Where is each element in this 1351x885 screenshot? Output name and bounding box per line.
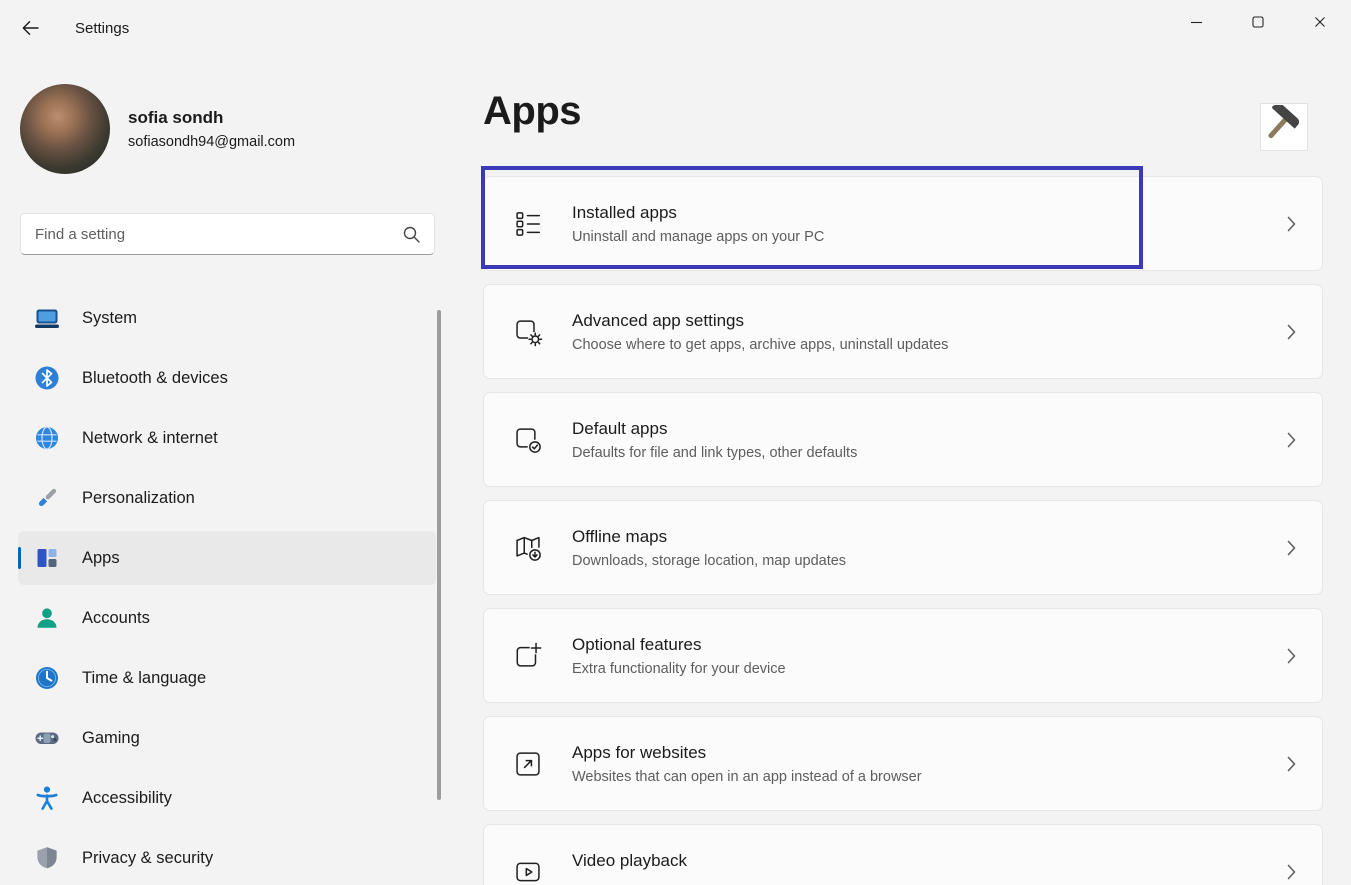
settings-card-list: Installed apps Uninstall and manage apps…: [483, 176, 1351, 885]
apps-for-websites-icon: [484, 749, 572, 779]
sidebar-item-time-language[interactable]: Time & language: [18, 651, 436, 705]
sidebar-item-label: Accessibility: [82, 789, 172, 808]
minimize-icon: [1190, 16, 1203, 29]
card-text: Installed apps Uninstall and manage apps…: [572, 203, 824, 245]
card-text: Apps for websites Websites that can open…: [572, 743, 922, 785]
close-button[interactable]: [1289, 0, 1351, 44]
card-title: Offline maps: [572, 527, 846, 547]
sidebar-item-label: Network & internet: [82, 429, 218, 448]
sidebar-item-label: Accounts: [82, 609, 150, 628]
sidebar-item-bluetooth-devices[interactable]: Bluetooth & devices: [18, 351, 436, 405]
sidebar-item-label: Apps: [82, 549, 120, 568]
chevron-right-icon: [1287, 756, 1296, 772]
sidebar-item-accounts[interactable]: Accounts: [18, 591, 436, 645]
card-default-apps[interactable]: Default apps Defaults for file and link …: [483, 392, 1323, 487]
card-title: Advanced app settings: [572, 311, 948, 331]
system-icon: [34, 305, 60, 331]
chevron-right-icon: [1287, 432, 1296, 448]
card-apps-for-websites[interactable]: Apps for websites Websites that can open…: [483, 716, 1323, 811]
search-box[interactable]: [20, 213, 435, 255]
profile-name: sofia sondh: [128, 108, 295, 128]
card-title: Default apps: [572, 419, 857, 439]
card-text: Advanced app settings Choose where to ge…: [572, 311, 948, 353]
maximize-button[interactable]: [1227, 0, 1289, 44]
card-subtitle: Extra functionality for your device: [572, 661, 786, 677]
sidebar: sofia sondh sofiasondh94@gmail.com Syste…: [0, 56, 460, 885]
card-subtitle: Downloads, storage location, map updates: [572, 553, 846, 569]
sidebar-item-apps[interactable]: Apps: [18, 531, 436, 585]
default-apps-icon: [484, 425, 572, 455]
bluetooth-icon: [34, 365, 60, 391]
sidebar-item-system[interactable]: System: [18, 291, 436, 345]
card-subtitle: Defaults for file and link types, other …: [572, 445, 857, 461]
apps-icon: [34, 545, 60, 571]
window-controls: [1165, 0, 1351, 44]
card-video-playback[interactable]: Video playback: [483, 824, 1323, 885]
profile-text: sofia sondh sofiasondh94@gmail.com: [128, 108, 295, 150]
card-offline-maps[interactable]: Offline maps Downloads, storage location…: [483, 500, 1323, 595]
accounts-icon: [34, 605, 60, 631]
minimize-button[interactable]: [1165, 0, 1227, 44]
sidebar-scrollbar[interactable]: [437, 310, 441, 800]
card-text: Video playback: [572, 851, 687, 885]
card-advanced-app-settings[interactable]: Advanced app settings Choose where to ge…: [483, 284, 1323, 379]
search-input[interactable]: [21, 226, 403, 243]
card-optional-features[interactable]: Optional features Extra functionality fo…: [483, 608, 1323, 703]
gaming-icon: [34, 725, 60, 751]
back-arrow-icon: [22, 20, 39, 36]
sidebar-item-label: Gaming: [82, 729, 140, 748]
chevron-right-icon: [1287, 216, 1296, 232]
advanced-app-settings-icon: [484, 317, 572, 347]
accessibility-icon: [34, 785, 60, 811]
sidebar-item-label: Privacy & security: [82, 849, 213, 868]
titlebar: Settings: [0, 0, 1351, 56]
card-text: Optional features Extra functionality fo…: [572, 635, 786, 677]
sidebar-item-personalization[interactable]: Personalization: [18, 471, 436, 525]
sidebar-item-label: Personalization: [82, 489, 195, 508]
card-installed-apps[interactable]: Installed apps Uninstall and manage apps…: [483, 176, 1323, 271]
profile-email: sofiasondh94@gmail.com: [128, 134, 295, 150]
chevron-right-icon: [1287, 540, 1296, 556]
time-language-icon: [34, 665, 60, 691]
profile[interactable]: sofia sondh sofiasondh94@gmail.com: [0, 56, 460, 174]
sidebar-item-gaming[interactable]: Gaming: [18, 711, 436, 765]
card-text: Default apps Defaults for file and link …: [572, 419, 857, 461]
avatar: [20, 84, 110, 174]
card-title: Installed apps: [572, 203, 824, 223]
offline-maps-icon: [484, 533, 572, 563]
search-icon: [403, 226, 420, 243]
network-icon: [34, 425, 60, 451]
card-title: Apps for websites: [572, 743, 922, 763]
card-subtitle: Websites that can open in an app instead…: [572, 769, 922, 785]
chevron-right-icon: [1287, 864, 1296, 880]
back-button[interactable]: [13, 12, 47, 44]
sidebar-item-label: System: [82, 309, 137, 328]
privacy-icon: [34, 845, 60, 871]
hammer-cursor-image: [1260, 103, 1308, 151]
card-subtitle: Uninstall and manage apps on your PC: [572, 229, 824, 245]
personalization-icon: [34, 485, 60, 511]
card-title: Optional features: [572, 635, 786, 655]
card-subtitle: Choose where to get apps, archive apps, …: [572, 337, 948, 353]
page-title: Apps: [483, 88, 1351, 134]
chevron-right-icon: [1287, 648, 1296, 664]
maximize-icon: [1252, 16, 1264, 28]
sidebar-item-network-internet[interactable]: Network & internet: [18, 411, 436, 465]
sidebar-item-label: Bluetooth & devices: [82, 369, 228, 388]
window-title: Settings: [75, 20, 129, 37]
video-playback-icon: [484, 857, 572, 885]
card-subtitle: [572, 877, 687, 885]
optional-features-icon: [484, 641, 572, 671]
sidebar-nav: System Bluetooth & devices Network & int…: [0, 291, 460, 885]
sidebar-item-privacy-security[interactable]: Privacy & security: [18, 831, 436, 885]
card-text: Offline maps Downloads, storage location…: [572, 527, 846, 569]
main-content: Apps Inst: [483, 56, 1351, 885]
sidebar-item-label: Time & language: [82, 669, 206, 688]
installed-apps-icon: [484, 209, 572, 239]
chevron-right-icon: [1287, 324, 1296, 340]
close-icon: [1314, 16, 1326, 28]
card-title: Video playback: [572, 851, 687, 871]
sidebar-item-accessibility[interactable]: Accessibility: [18, 771, 436, 825]
